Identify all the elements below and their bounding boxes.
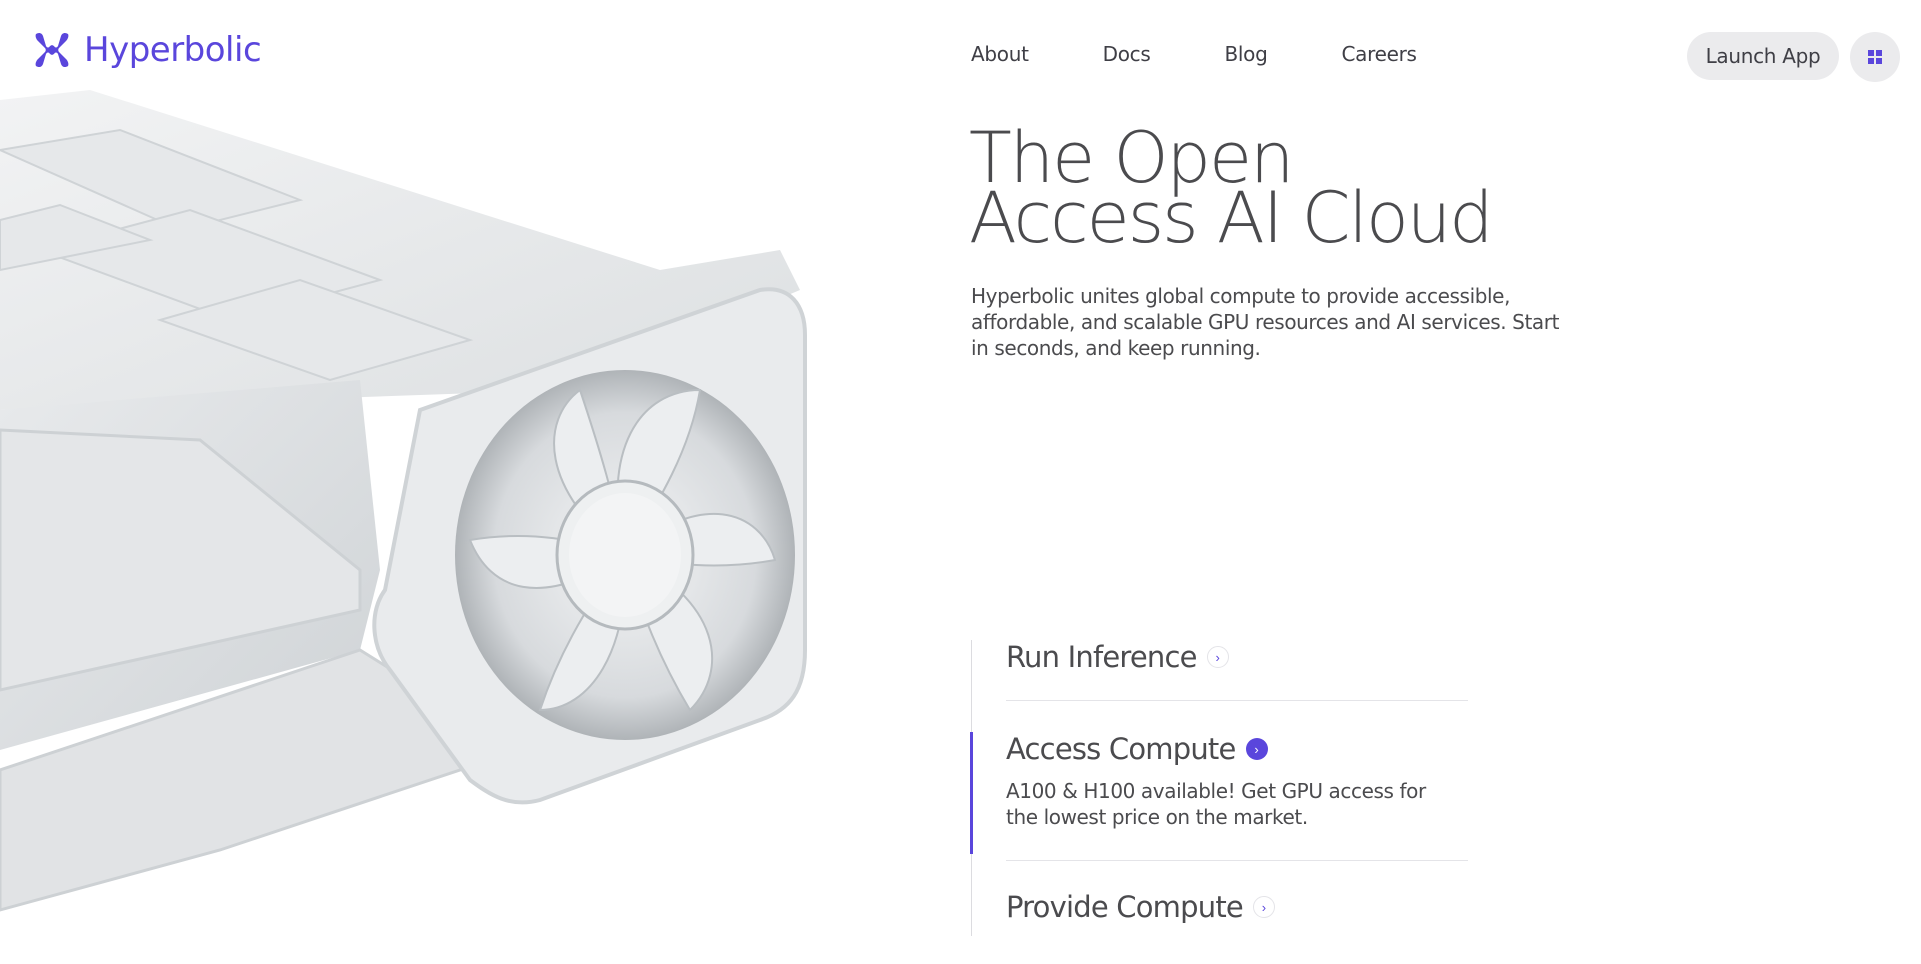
divider — [1006, 700, 1468, 701]
chevron-right-icon: › — [1252, 896, 1275, 918]
feature-description: A100 & H100 available! Get GPU access fo… — [1006, 779, 1426, 829]
main-nav: About Docs Blog Careers — [971, 42, 1491, 66]
hero-title-line-2: Access AI Cloud — [969, 177, 1494, 259]
feature-title: Run Inference — [1006, 640, 1198, 674]
nav-careers[interactable]: Careers — [1342, 42, 1417, 66]
feature-title: Access Compute — [1006, 732, 1236, 766]
menu-button[interactable] — [1850, 32, 1900, 82]
chevron-right-icon: › — [1245, 738, 1268, 760]
brand-logo[interactable]: Hyperbolic — [32, 30, 262, 70]
feature-title: Provide Compute — [1006, 890, 1244, 924]
active-indicator — [970, 732, 973, 854]
divider — [1006, 860, 1468, 861]
gpu-illustration — [0, 90, 807, 912]
hyperbolic-logo-icon — [35, 32, 69, 68]
nav-docs[interactable]: Docs — [1103, 42, 1151, 66]
grid-menu-icon — [1868, 50, 1882, 64]
hero-title: The Open Access AI Cloud — [969, 123, 1669, 259]
nav-about[interactable]: About — [971, 42, 1029, 66]
chevron-right-icon: › — [1206, 646, 1229, 668]
brand-name: Hyperbolic — [84, 30, 262, 70]
launch-app-button[interactable]: Launch App — [1687, 32, 1839, 80]
feature-access-compute[interactable]: Access Compute › A100 & H100 available! … — [1006, 732, 1466, 830]
feature-list: Run Inference › Access Compute › A100 & … — [970, 640, 1471, 936]
feature-run-inference[interactable]: Run Inference › — [1006, 640, 1466, 674]
nav-blog[interactable]: Blog — [1225, 42, 1268, 66]
feature-provide-compute[interactable]: Provide Compute › — [1006, 890, 1466, 924]
hero-description: Hyperbolic unites global compute to prov… — [971, 284, 1560, 360]
